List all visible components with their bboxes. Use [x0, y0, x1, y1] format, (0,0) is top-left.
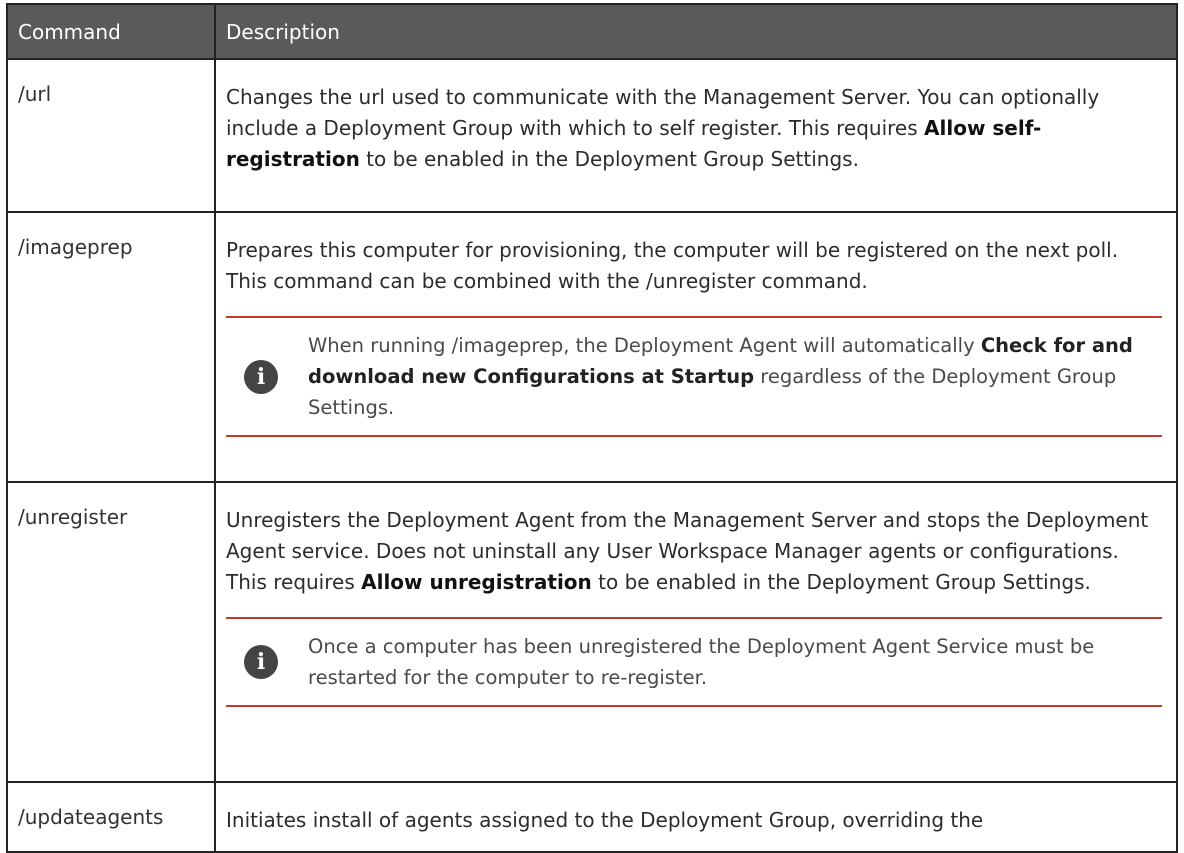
description-bold: Allow unregistration — [361, 570, 592, 594]
info-icon: i — [244, 645, 278, 679]
description-cell: Prepares this computer for provisioning,… — [214, 211, 1178, 483]
note-plain: When running /imageprep, the Deployment … — [308, 334, 981, 357]
table-row: /url Changes the url used to communicate… — [6, 58, 1178, 213]
note-text: When running /imageprep, the Deployment … — [308, 330, 1162, 423]
table-row: /updateagents Initiates install of agent… — [6, 781, 1178, 853]
note-wrapper: i Once a computer has been unregistered … — [226, 617, 1162, 721]
note-wrapper: i When running /imageprep, the Deploymen… — [226, 316, 1162, 451]
info-icon: i — [244, 359, 278, 394]
description-text: Prepares this computer for provisioning,… — [226, 238, 1119, 293]
table-row: /unregister Unregisters the Deployment A… — [6, 481, 1178, 783]
command-cell: /updateagents — [6, 781, 216, 853]
header-command: Command — [6, 3, 216, 60]
description-plain: to be enabled in the Deployment Group Se… — [591, 570, 1091, 594]
info-note: i Once a computer has been unregistered … — [226, 617, 1162, 707]
note-text: Once a computer has been unregistered th… — [308, 635, 1095, 689]
table-row: /imageprep Prepares this computer for pr… — [6, 211, 1178, 483]
info-note: i When running /imageprep, the Deploymen… — [226, 316, 1162, 437]
command-cell: /imageprep — [6, 211, 216, 483]
command-cell: /unregister — [6, 481, 216, 783]
command-table: Command Description /url Changes the url… — [6, 3, 1178, 853]
description-cell: Initiates install of agents assigned to … — [214, 781, 1178, 853]
description-plain: to be enabled in the Deployment Group Se… — [359, 147, 859, 171]
description-text: Initiates install of agents assigned to … — [226, 808, 984, 832]
header-description: Description — [214, 3, 1178, 60]
description-cell: Unregisters the Deployment Agent from th… — [214, 481, 1178, 783]
description-cell: Changes the url used to communicate with… — [214, 58, 1178, 213]
description-text: Unregisters the Deployment Agent from th… — [226, 505, 1162, 598]
table-header-row: Command Description — [6, 3, 1178, 60]
description-text: Changes the url used to communicate with… — [226, 82, 1162, 175]
command-cell: /url — [6, 58, 216, 213]
